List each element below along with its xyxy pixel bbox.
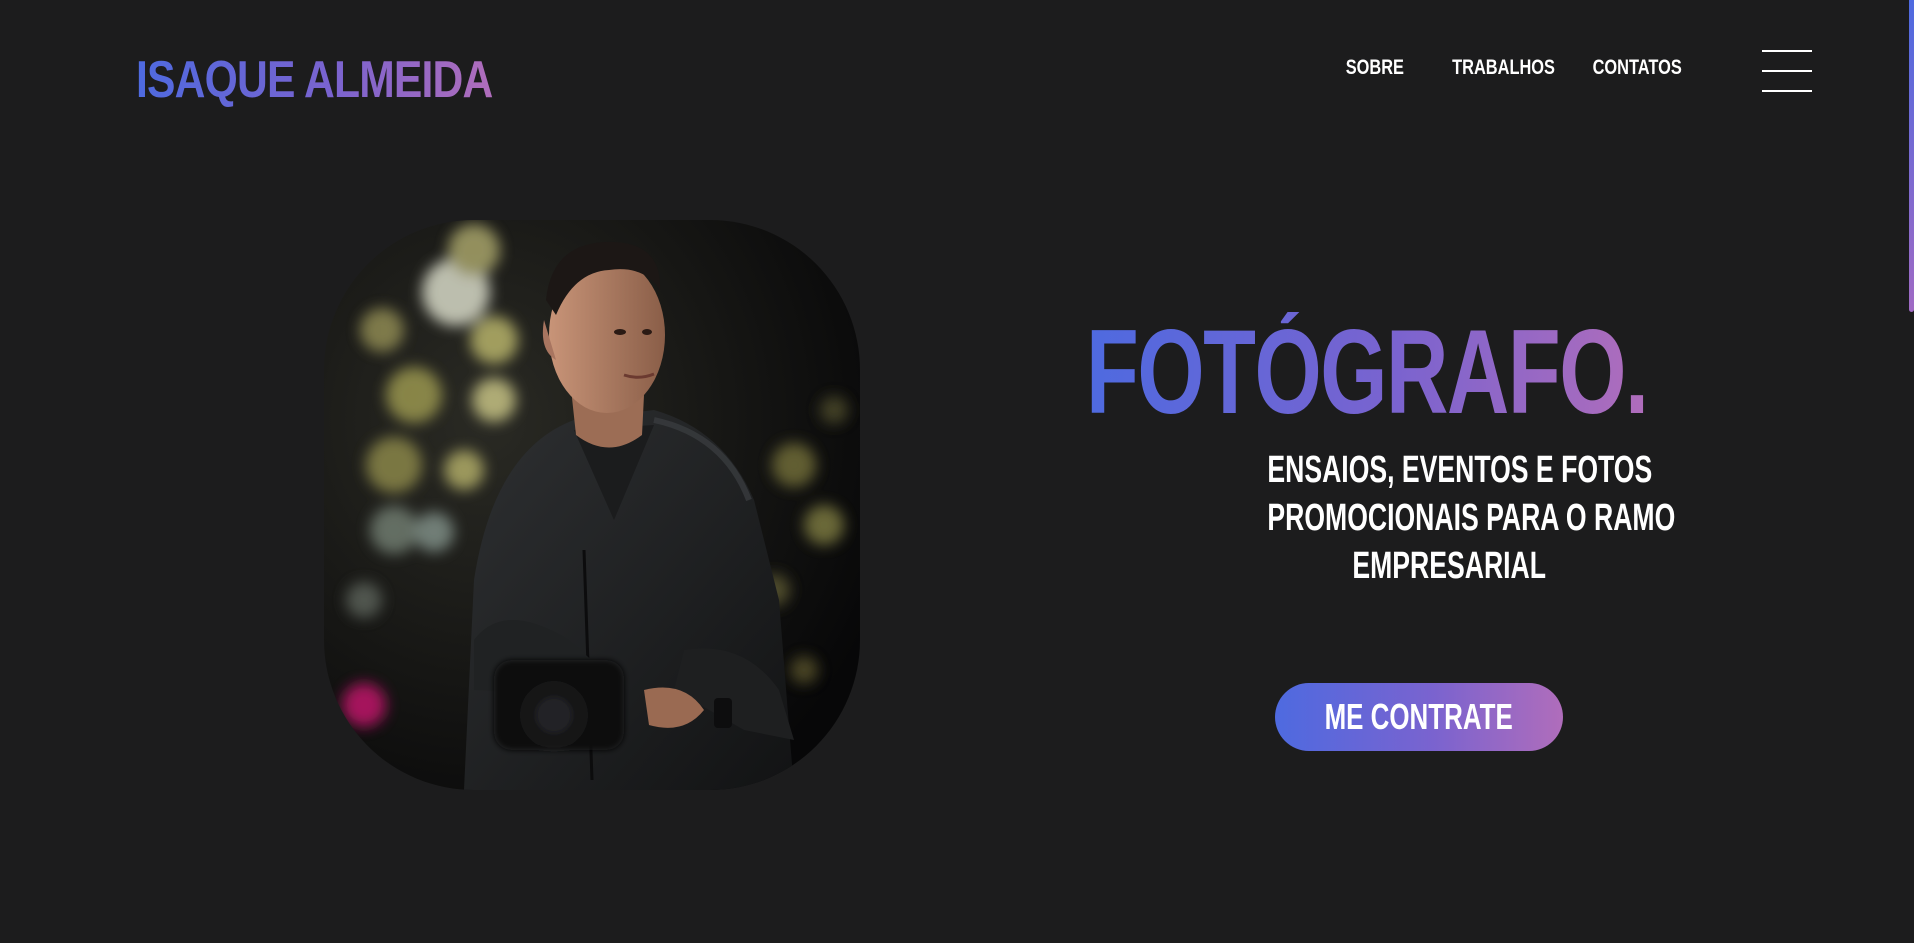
site-logo[interactable]: ISAQUE ALMEIDA [136,50,493,110]
hire-me-button-label: ME CONTRATE [1324,696,1514,737]
photographer-portrait [324,220,860,790]
menu-line [1762,70,1812,72]
menu-line [1762,50,1812,52]
nav-link-sobre[interactable]: SOBRE [1346,56,1404,80]
scrollbar-thumb[interactable] [1909,0,1914,312]
hero-title: FOTÓGRAFO. [1086,305,1649,440]
menu-line [1762,90,1812,92]
subtitle-line: PROMOCIONAIS PARA O RAMO [1267,497,1676,539]
hero-subtitle: ENSAIOS, EVENTOS E FOTOS PROMOCIONAIS PA… [1148,446,1676,590]
hamburger-menu-icon[interactable] [1762,50,1812,94]
subtitle-line: EMPRESARIAL [1352,545,1546,587]
hire-me-button[interactable]: ME CONTRATE [1275,683,1563,751]
nav-link-trabalhos[interactable]: TRABALHOS [1452,56,1555,80]
page: ISAQUE ALMEIDA SOBRE TRABALHOS CONTATOS [0,0,1914,943]
main-nav: SOBRE TRABALHOS CONTATOS [1340,56,1682,80]
subtitle-line: ENSAIOS, EVENTOS E FOTOS [1267,449,1653,491]
nav-link-contatos[interactable]: CONTATOS [1593,56,1682,80]
